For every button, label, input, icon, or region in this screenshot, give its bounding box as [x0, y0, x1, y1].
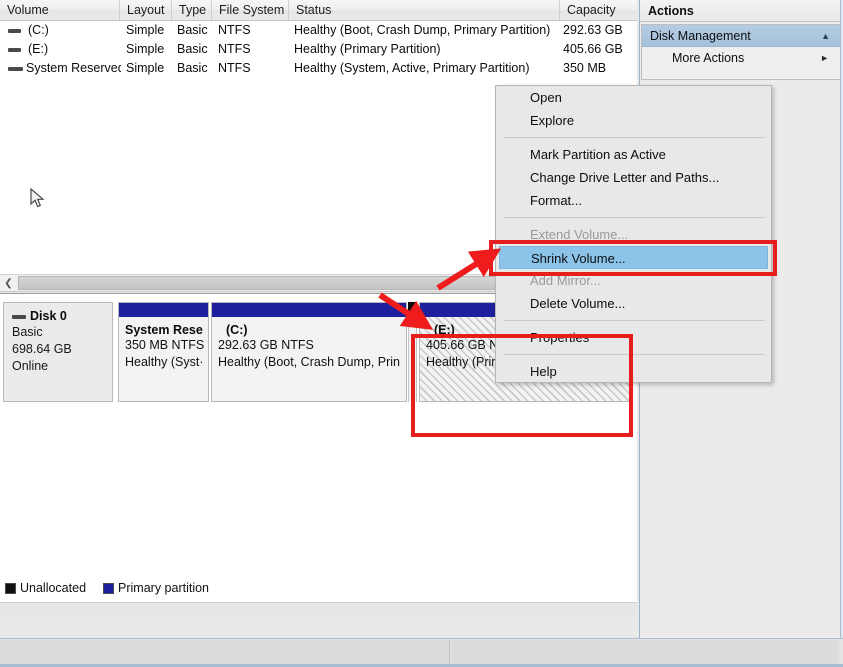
context-menu-separator: [504, 137, 765, 138]
context-menu-item-delete-volume[interactable]: Delete Volume...: [496, 292, 771, 315]
cell-file-system: NTFS: [218, 61, 251, 75]
status-bar-segment-right: [451, 640, 839, 666]
partition-label: System Rese: [125, 323, 203, 337]
cell-file-system: NTFS: [218, 23, 251, 37]
volume-disk-icon: [8, 29, 21, 33]
partition-block-system-reserved[interactable]: System Rese 350 MB NTFS Healthy (Syst·: [118, 302, 209, 402]
partition-size: 292.63 GB NTFS: [218, 338, 314, 352]
partition-status: Healthy (Syst·: [125, 355, 204, 369]
context-menu-separator: [504, 320, 765, 321]
partition-status: Healthy (Boot, Crash Dump, Prin: [218, 355, 401, 369]
actions-group-header[interactable]: Disk Management ▲: [642, 25, 840, 47]
disk-info-panel[interactable]: Disk 0 Basic 698.64 GB Online: [3, 302, 113, 402]
unallocated-color-bar: [408, 302, 417, 316]
legend-label-primary-partition: Primary partition: [118, 581, 210, 595]
cell-type: Basic: [177, 61, 208, 75]
annotation-box-partition-e: [411, 334, 633, 437]
context-menu-separator: [504, 217, 765, 218]
disk-state: Online: [12, 359, 49, 373]
cell-capacity: 350 MB: [563, 61, 607, 75]
cell-layout: Simple: [126, 61, 165, 75]
cell-capacity: 292.63 GB: [563, 23, 623, 37]
cell-type: Basic: [177, 42, 208, 56]
partition-size: 350 MB NTFS: [125, 338, 205, 352]
column-header-status[interactable]: Status: [289, 0, 560, 20]
cell-volume: System Reserved: [26, 61, 121, 75]
column-header-file-system[interactable]: File System: [212, 0, 289, 20]
disk-type: Basic: [12, 325, 43, 339]
annotation-box-shrink-volume: [489, 240, 777, 276]
table-row[interactable]: (C:) Simple Basic NTFS Healthy (Boot, Cr…: [0, 21, 637, 40]
chevron-right-icon: ►: [820, 53, 829, 63]
column-header-type[interactable]: Type: [172, 0, 212, 20]
legend-swatch-unallocated: [5, 582, 16, 594]
chevron-up-icon[interactable]: ▲: [821, 25, 830, 47]
actions-group-header-label: Disk Management: [650, 29, 751, 43]
partition-color-bar: [119, 303, 208, 317]
cell-layout: Simple: [126, 42, 165, 56]
context-menu-item-open[interactable]: Open: [496, 86, 771, 109]
partition-block-c[interactable]: (C:) 292.63 GB NTFS Healthy (Boot, Crash…: [211, 302, 407, 402]
cell-capacity: 405.66 GB: [563, 42, 623, 56]
volume-list-header-row: Volume Layout Type File System Status Ca…: [0, 0, 637, 21]
partition-color-bar: [212, 303, 406, 317]
actions-pane-title: Actions: [640, 0, 843, 22]
actions-group-disk-management: Disk Management ▲ More Actions ►: [641, 24, 841, 80]
volume-disk-icon: [8, 67, 23, 71]
table-row[interactable]: System Reserved Simple Basic NTFS Health…: [0, 59, 637, 78]
disk-management-window: Volume Layout Type File System Status Ca…: [0, 0, 843, 667]
cell-status: Healthy (Boot, Crash Dump, Primary Parti…: [294, 23, 551, 37]
disk-pane-footer: [0, 602, 637, 615]
actions-item-more-actions[interactable]: More Actions ►: [642, 47, 840, 69]
disk-name: Disk 0: [30, 309, 67, 323]
cell-volume: (E:): [28, 42, 49, 56]
legend-label-unallocated: Unallocated: [20, 581, 87, 595]
partition-body: (C:) 292.63 GB NTFS Healthy (Boot, Crash…: [212, 317, 406, 401]
context-menu-item-mark-partition-as-active[interactable]: Mark Partition as Active: [496, 143, 771, 166]
legend-swatch-primary-partition: [103, 582, 115, 594]
column-header-volume[interactable]: Volume: [0, 0, 120, 20]
scroll-left-icon[interactable]: ❮: [0, 275, 17, 291]
volume-list-rows: (C:) Simple Basic NTFS Healthy (Boot, Cr…: [0, 21, 637, 78]
context-menu-item-explore[interactable]: Explore: [496, 109, 771, 132]
column-header-layout[interactable]: Layout: [120, 0, 172, 20]
context-menu-item-format[interactable]: Format...: [496, 189, 771, 212]
status-bar: [0, 638, 843, 667]
partition-label: (C:): [226, 323, 248, 337]
table-row[interactable]: (E:) Simple Basic NTFS Healthy (Primary …: [0, 40, 637, 59]
volume-disk-icon: [8, 48, 21, 52]
disk-title: Disk 0: [12, 309, 112, 323]
cell-status: Healthy (Primary Partition): [294, 42, 441, 56]
cell-layout: Simple: [126, 23, 165, 37]
disk-view-legend: Unallocated Primary partition: [5, 579, 209, 597]
actions-item-label: More Actions: [672, 51, 745, 65]
disk-size: 698.64 GB: [12, 342, 72, 356]
partition-body: System Rese 350 MB NTFS Healthy (Syst·: [119, 317, 208, 401]
context-menu-item-change-drive-letter-and-paths[interactable]: Change Drive Letter and Paths...: [496, 166, 771, 189]
cell-file-system: NTFS: [218, 42, 251, 56]
disk-icon: [12, 315, 26, 319]
column-header-capacity[interactable]: Capacity: [560, 0, 637, 20]
mouse-cursor: [30, 188, 45, 208]
cell-status: Healthy (System, Active, Primary Partiti…: [294, 61, 530, 75]
status-bar-segment-left: [0, 640, 450, 666]
cell-volume: (C:): [28, 23, 49, 37]
cell-type: Basic: [177, 23, 208, 37]
